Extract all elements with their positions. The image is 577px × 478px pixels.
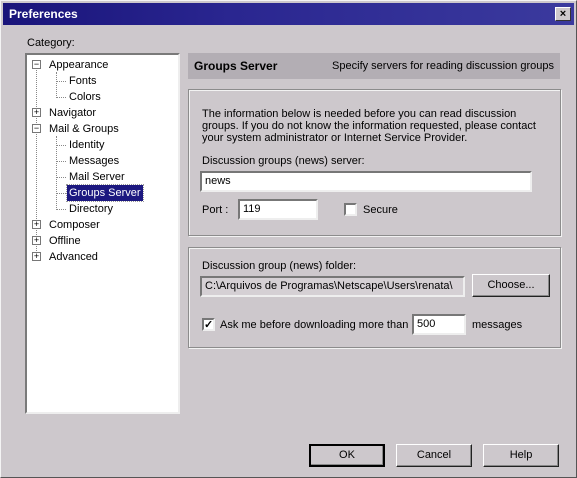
port-input[interactable]: 119	[238, 199, 318, 220]
tree-item-label: Offline	[49, 235, 81, 247]
section-header: Groups Server Specify servers for readin…	[188, 53, 560, 79]
tree-item-messages[interactable]: Messages	[27, 153, 177, 169]
news-server-label: Discussion groups (news) server:	[202, 155, 365, 167]
collapse-icon[interactable]: −	[32, 124, 41, 133]
tree-branch-line	[56, 209, 66, 210]
tree-item-label: Advanced	[49, 251, 98, 263]
tree-branch-line	[56, 145, 66, 146]
tree-item-composer[interactable]: + Composer	[27, 217, 177, 233]
help-button[interactable]: Help	[483, 444, 559, 467]
download-limit-input[interactable]: 500	[412, 314, 466, 335]
section-title: Groups Server	[194, 59, 278, 73]
tree-item-mail-server[interactable]: Mail Server	[27, 169, 177, 185]
tree-item-offline[interactable]: + Offline	[27, 233, 177, 249]
expand-icon[interactable]: +	[32, 108, 41, 117]
tree-item-advanced[interactable]: + Advanced	[27, 249, 177, 265]
tree-item-mail-groups[interactable]: − Mail & Groups	[27, 121, 177, 137]
collapse-icon[interactable]: −	[32, 60, 41, 69]
ok-button[interactable]: OK	[309, 444, 385, 467]
preferences-window: Preferences × Category: − Appearance Fonts…	[0, 0, 577, 478]
tree-item-label: Mail & Groups	[49, 123, 119, 135]
title-bar[interactable]: Preferences ×	[3, 3, 574, 25]
ask-before-download-label: Ask me before downloading more than	[220, 319, 409, 331]
secure-label: Secure	[363, 204, 398, 216]
cancel-button[interactable]: Cancel	[396, 444, 472, 467]
expand-icon[interactable]: +	[32, 236, 41, 245]
close-button[interactable]: ×	[555, 7, 571, 21]
window-title: Preferences	[9, 7, 78, 21]
tree-item-label: Appearance	[49, 59, 109, 71]
tree-item-label: Colors	[69, 91, 101, 103]
messages-label: messages	[472, 319, 523, 331]
expand-icon[interactable]: +	[32, 220, 41, 229]
tree-item-appearance[interactable]: − Appearance	[27, 57, 177, 73]
tree-branch-line	[56, 161, 66, 162]
expand-icon[interactable]: +	[32, 252, 41, 261]
tree-item-label: Composer	[49, 219, 100, 231]
section-description: Specify servers for reading discussion g…	[332, 60, 554, 72]
news-server-input[interactable]: news	[200, 171, 532, 192]
news-folder-input[interactable]: C:\Arquivos de Programas\Netscape\Users\…	[200, 276, 465, 297]
tree-item-label: Fonts	[69, 75, 97, 87]
port-label: Port :	[202, 204, 229, 216]
tree-item-navigator[interactable]: + Navigator	[27, 105, 177, 121]
tree-item-colors[interactable]: Colors	[27, 89, 177, 105]
news-folder-label: Discussion group (news) folder:	[202, 260, 357, 272]
tree-item-groups-server[interactable]: Groups Server	[27, 184, 177, 202]
choose-folder-button[interactable]: Choose...	[472, 274, 550, 297]
tree-item-label: Navigator	[49, 107, 97, 119]
tree-item-directory[interactable]: Directory	[27, 201, 177, 217]
tree-item-label: Directory	[69, 203, 114, 215]
close-icon: ×	[559, 8, 567, 20]
ask-before-download-checkbox[interactable]: ✓	[202, 318, 215, 331]
tree-item-label: Groups Server	[66, 184, 144, 202]
tree-item-fonts[interactable]: Fonts	[27, 73, 177, 89]
tree-item-label: Messages	[69, 155, 120, 167]
secure-checkbox[interactable]	[344, 203, 357, 216]
tree-item-identity[interactable]: Identity	[27, 137, 177, 153]
category-label: Category:	[27, 37, 75, 49]
tree-item-label: Identity	[69, 139, 105, 151]
tree-branch-line	[56, 177, 66, 178]
tree-branch-line	[56, 81, 66, 82]
tree-branch-line	[56, 97, 66, 98]
tree-branch-line	[56, 193, 66, 194]
tree-item-label: Mail Server	[69, 171, 125, 183]
info-text: The information below is needed before y…	[202, 108, 536, 144]
category-tree[interactable]: − Appearance Fonts Colors + Navigator − Mail & …	[25, 53, 180, 414]
